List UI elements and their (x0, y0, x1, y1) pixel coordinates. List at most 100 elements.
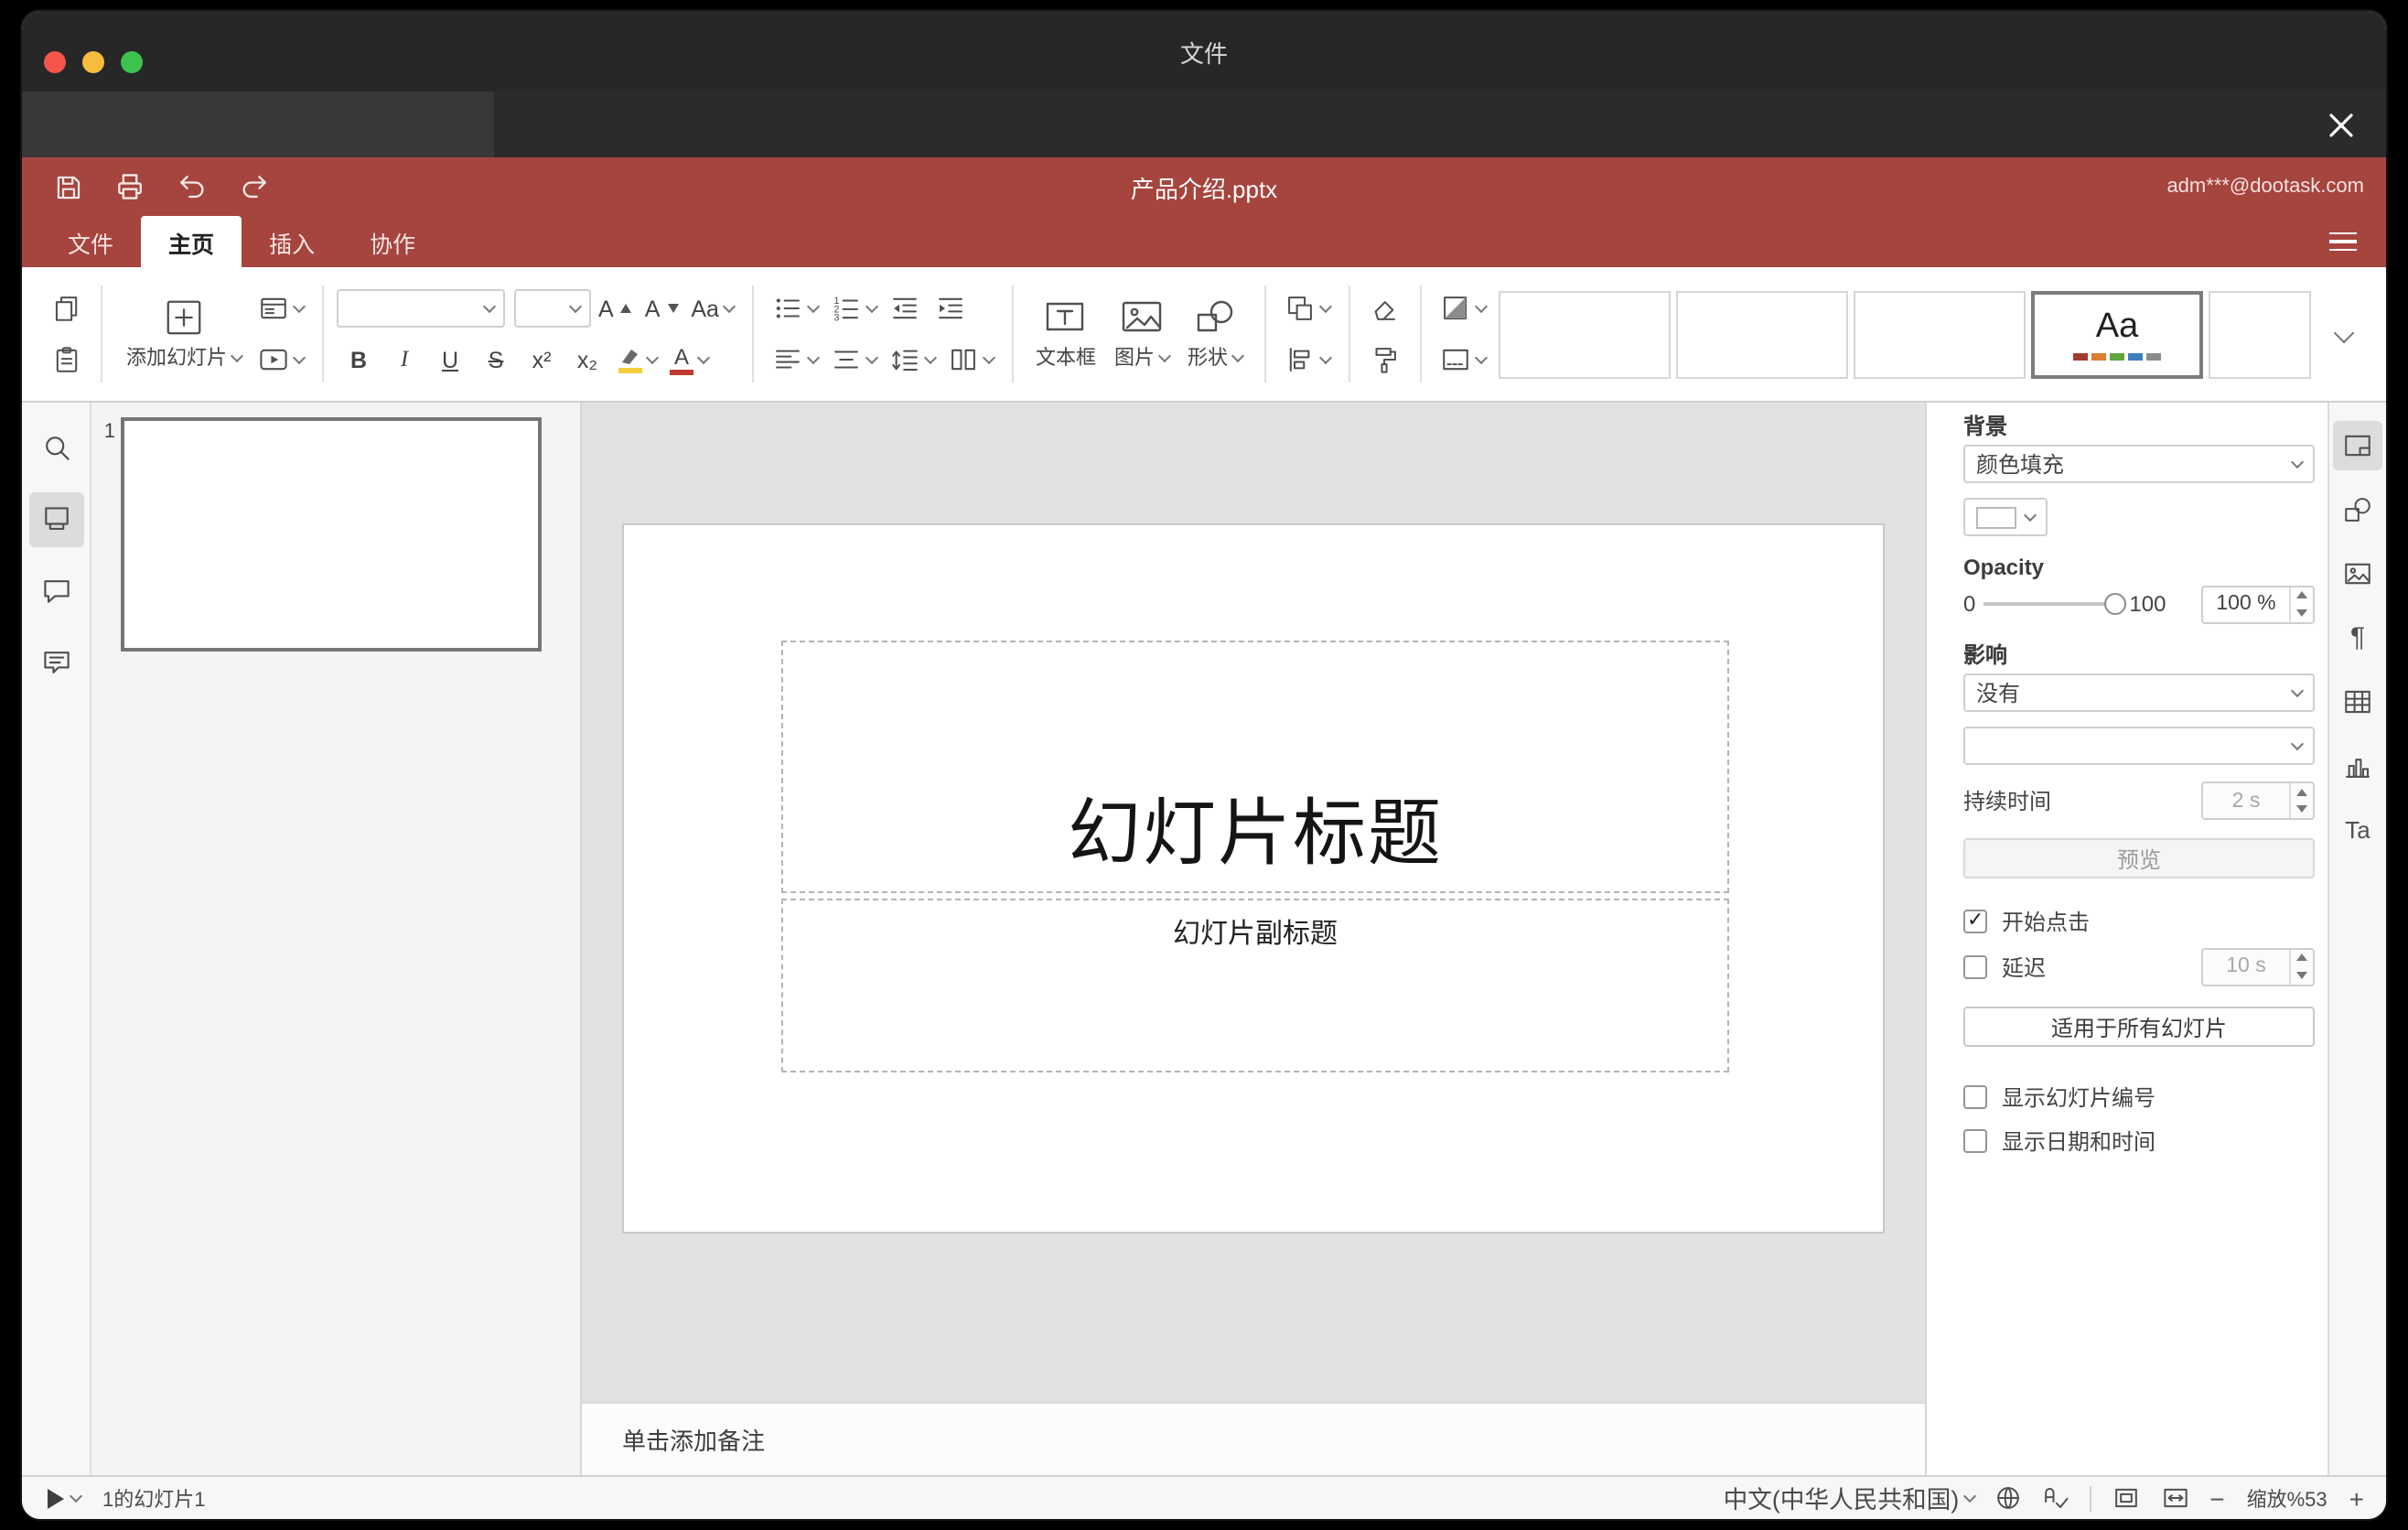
fill-color-select[interactable] (1963, 498, 2048, 536)
bold-button[interactable]: B (337, 337, 381, 382)
opacity-spinner[interactable] (2289, 587, 2313, 621)
slides-panel-button[interactable] (28, 492, 83, 547)
language-select[interactable]: 中文(中华人民共和国) (1724, 1481, 1976, 1515)
status-divider (2089, 1485, 2091, 1511)
highlighter-icon (622, 349, 638, 363)
clear-style-button[interactable] (1363, 286, 1407, 331)
theme-tile[interactable] (1498, 290, 1671, 378)
apply-to-all-slides-button[interactable]: 适用于所有幻灯片 (1963, 1007, 2315, 1047)
copy-style-button[interactable] (1363, 337, 1407, 382)
table-settings-button[interactable] (2333, 677, 2382, 727)
print-icon (118, 174, 142, 199)
opacity-slider[interactable] (1983, 589, 2126, 619)
chart-settings-button[interactable] (2333, 741, 2382, 791)
preview-button[interactable]: 预览 (1963, 838, 2315, 878)
effect-select[interactable]: 没有 (1963, 673, 2315, 712)
show-date-time-label: 显示日期和时间 (2002, 1128, 2156, 1154)
start-slideshow-status-button[interactable] (44, 1485, 83, 1511)
undo-button[interactable] (168, 165, 216, 209)
comments-button[interactable] (28, 564, 83, 619)
decrease-font-button[interactable]: A (640, 286, 684, 331)
slide-fill-button[interactable] (1435, 286, 1491, 331)
increase-font-button[interactable]: A (593, 286, 638, 331)
italic-button[interactable]: I (382, 337, 426, 382)
change-case-button[interactable]: Aa (685, 286, 739, 331)
slide[interactable]: 幻灯片标题 幻灯片副标题 (622, 523, 1885, 1234)
opacity-input[interactable]: 100 % (2201, 585, 2315, 623)
slide-fill-icon (1444, 296, 1467, 320)
font-size-select[interactable] (514, 289, 591, 328)
shape-settings-button[interactable] (2333, 485, 2382, 534)
insert-shape-button[interactable]: 形状 (1178, 267, 1252, 401)
slide-settings-button[interactable] (2333, 421, 2382, 470)
duration-spinner[interactable] (2289, 783, 2313, 818)
numbered-list-button[interactable]: 123 (825, 286, 882, 331)
tab-insert[interactable]: 插入 (242, 216, 342, 267)
paste-button[interactable] (44, 337, 88, 382)
line-spacing-button[interactable] (884, 337, 941, 382)
theme-gallery-expand-button[interactable] (2324, 290, 2364, 378)
superscript-button[interactable]: x² (520, 337, 564, 382)
insert-placeholder-button[interactable] (1435, 337, 1491, 382)
menu-icon[interactable] (2320, 221, 2364, 262)
font-name-select[interactable] (337, 289, 505, 328)
redo-button[interactable] (231, 165, 278, 209)
close-icon[interactable] (2317, 101, 2364, 148)
theme-tile[interactable] (1853, 290, 2026, 378)
show-date-time-checkbox[interactable] (1963, 1128, 1987, 1152)
fill-type-select[interactable]: 颜色填充 (1963, 445, 2315, 483)
start-on-click-checkbox[interactable] (1963, 907, 1987, 932)
change-layout-button[interactable] (253, 286, 309, 331)
spellcheck-button[interactable] (2041, 1484, 2069, 1512)
copy-button[interactable] (44, 286, 88, 331)
vertical-align-button[interactable] (825, 337, 882, 382)
columns-button[interactable] (942, 337, 999, 382)
slide-thumbnail[interactable] (121, 417, 542, 652)
subtitle-placeholder[interactable]: 幻灯片副标题 (781, 899, 1729, 1072)
image-settings-button[interactable] (2333, 549, 2382, 598)
underline-button[interactable]: U (428, 337, 472, 382)
tab-collaboration[interactable]: 协作 (342, 216, 443, 267)
title-placeholder[interactable]: 幻灯片标题 (781, 641, 1729, 893)
start-slideshow-button[interactable] (253, 337, 309, 382)
zoom-in-button[interactable]: + (2349, 1483, 2364, 1513)
insert-image-button[interactable]: 图片 (1105, 267, 1178, 401)
increase-indent-button[interactable] (930, 286, 973, 331)
highlight-color-button[interactable] (611, 337, 662, 382)
delay-spinner[interactable] (2289, 949, 2313, 984)
tab-file[interactable]: 文件 (40, 216, 141, 267)
slide-canvas[interactable]: 幻灯片标题 幻灯片副标题 (582, 403, 1925, 1402)
bullet-list-button[interactable] (767, 286, 823, 331)
theme-tile-selected[interactable]: Aa (2030, 290, 2203, 378)
search-icon (45, 436, 69, 460)
notes-area[interactable]: 单击添加备注 (582, 1402, 1925, 1475)
duration-input[interactable]: 2 s (2201, 781, 2315, 820)
add-slide-button[interactable]: 添加幻灯片 (115, 267, 253, 401)
search-button[interactable] (28, 421, 83, 476)
tab-home[interactable]: 主页 (141, 216, 242, 267)
effect-variant-select[interactable] (1963, 727, 2315, 765)
strikethrough-button[interactable]: S (474, 337, 518, 382)
subscript-button[interactable]: x₂ (565, 337, 609, 382)
align-shapes-button[interactable] (1279, 337, 1336, 382)
fit-slide-button[interactable] (2111, 1484, 2140, 1512)
decrease-indent-button[interactable] (884, 286, 928, 331)
feedback-button[interactable] (28, 635, 83, 690)
textart-settings-button[interactable]: Ta (2333, 805, 2382, 855)
show-slide-number-checkbox[interactable] (1963, 1084, 1987, 1108)
fit-width-button[interactable] (2160, 1484, 2189, 1512)
font-color-button[interactable]: A (664, 337, 714, 382)
theme-tile[interactable] (2208, 290, 2311, 378)
theme-tile[interactable] (1675, 290, 1848, 378)
delay-checkbox[interactable] (1963, 954, 1987, 978)
horizontal-align-button[interactable] (767, 337, 823, 382)
slider-knob[interactable] (2103, 593, 2126, 615)
save-button[interactable] (44, 165, 91, 209)
set-language-button[interactable] (1994, 1484, 2021, 1512)
zoom-out-button[interactable]: − (2209, 1483, 2224, 1513)
print-button[interactable] (106, 165, 154, 209)
insert-textbox-button[interactable]: 文本框 (1027, 267, 1105, 401)
paragraph-settings-button[interactable]: ¶ (2333, 613, 2382, 663)
arrange-shapes-button[interactable] (1279, 286, 1336, 331)
delay-input[interactable]: 10 s (2201, 947, 2315, 986)
